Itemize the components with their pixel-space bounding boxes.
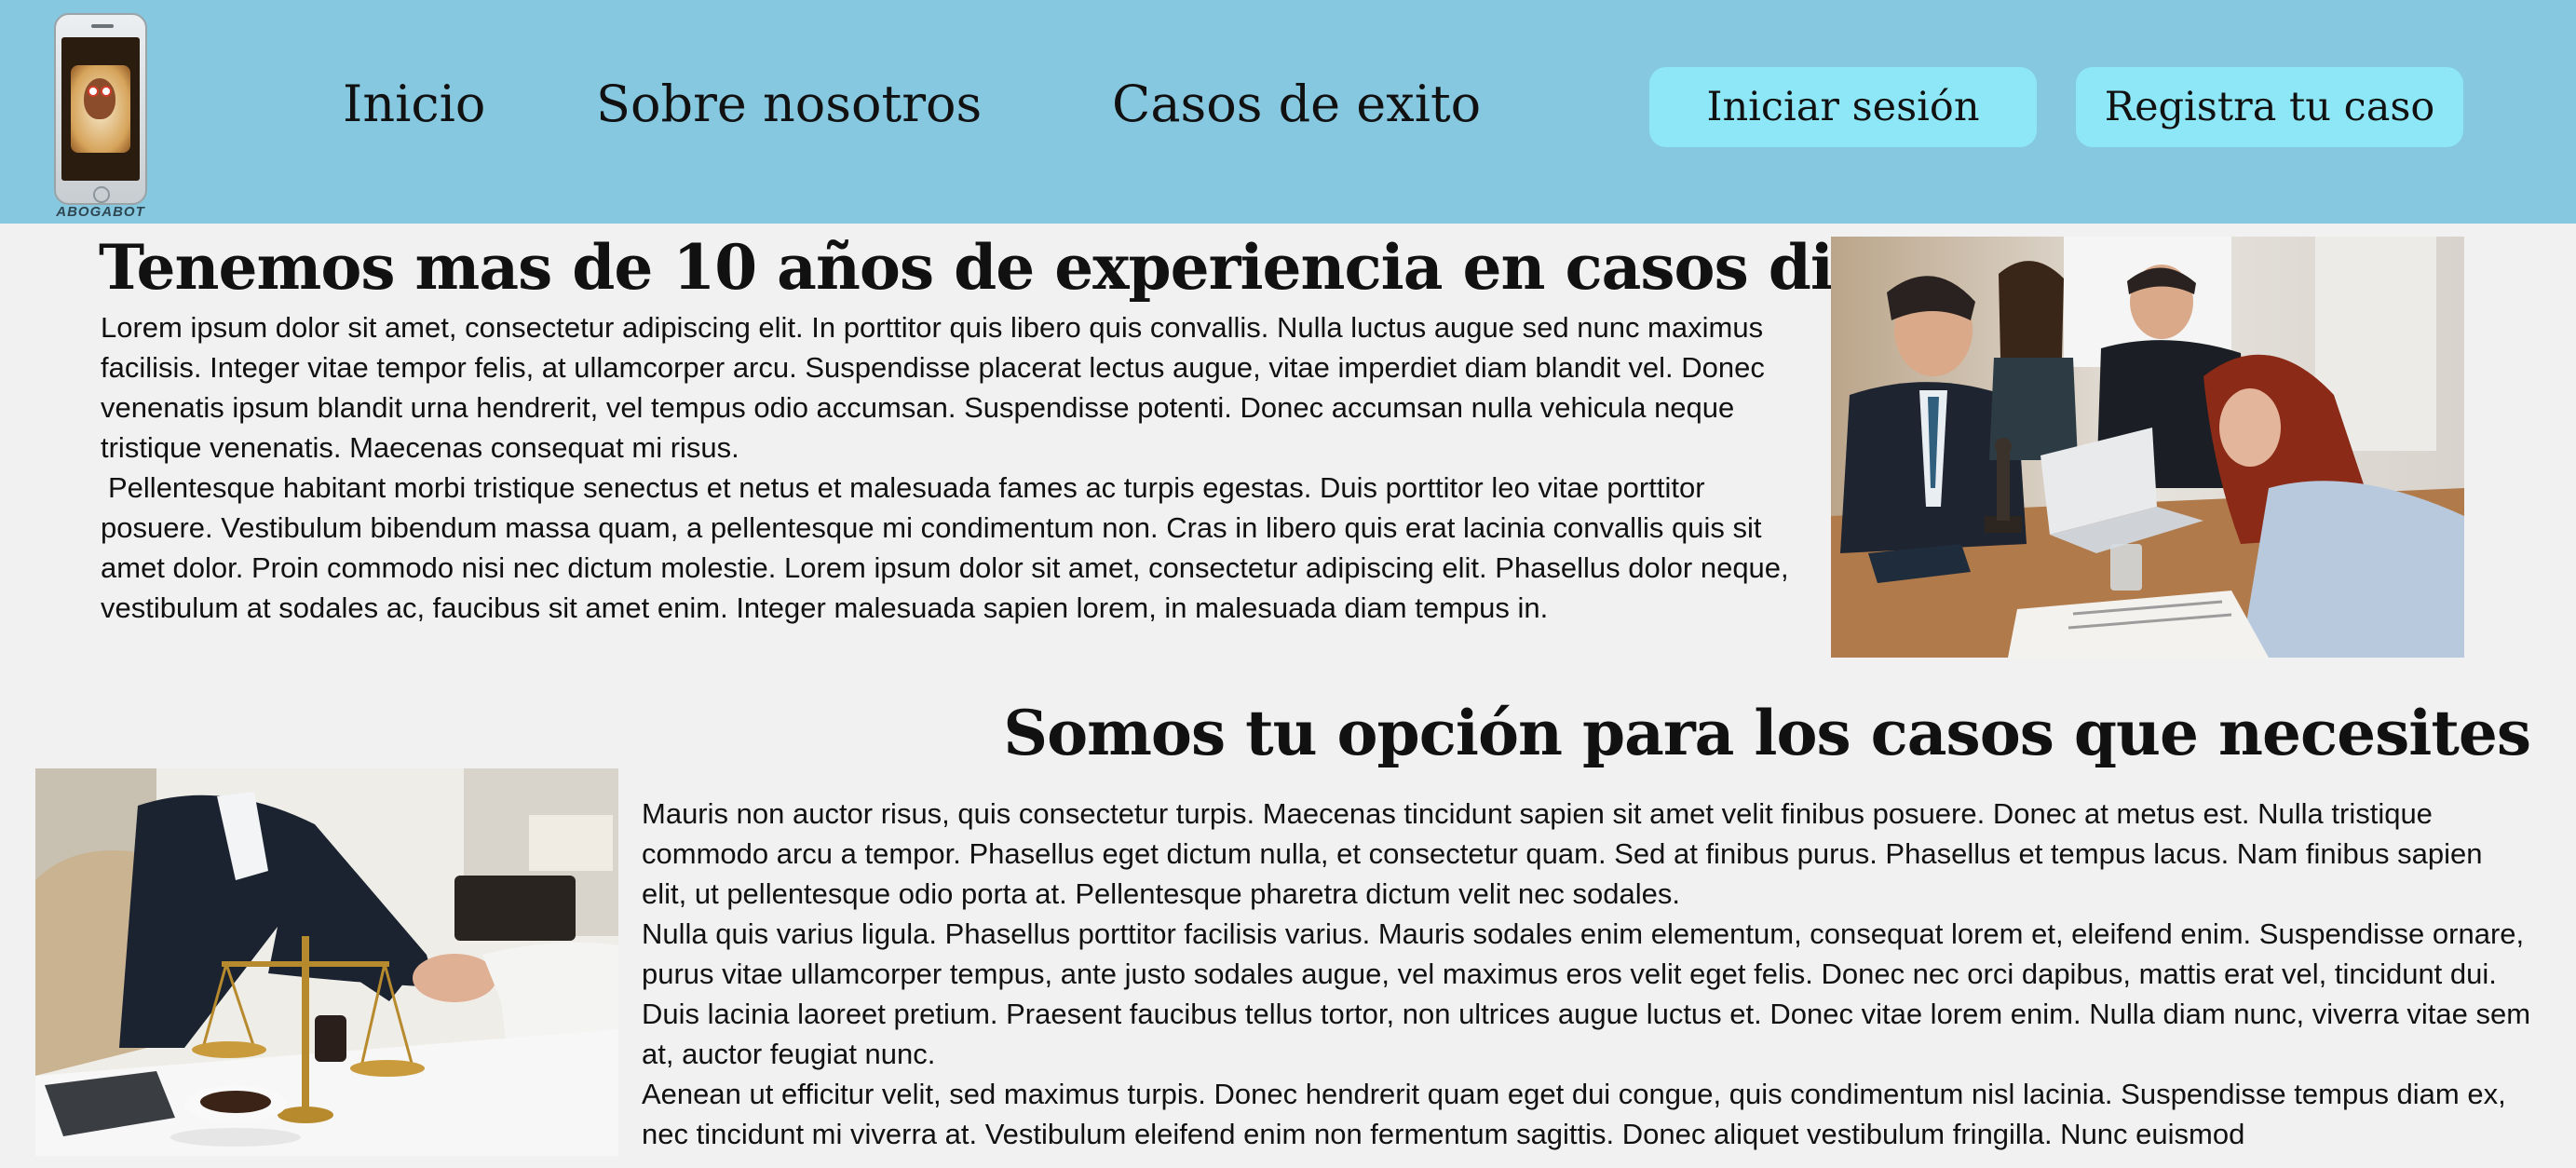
options-heading: Somos tu opción para los casos que neces…	[1003, 697, 2531, 769]
nav-link-casos-de-exito[interactable]: Casos de exito	[1112, 75, 1481, 133]
options-text: Mauris non auctor risus, quis consectetu…	[642, 794, 2532, 1154]
options-paragraph-3: Aenean ut efficitur velit, sed maximus t…	[642, 1078, 2506, 1150]
experience-heading: Tenemos mas de 10 años de experiencia en…	[99, 231, 2035, 304]
logo-caption: ABOGABOT	[56, 204, 145, 220]
login-button[interactable]: Iniciar sesión	[1649, 67, 2037, 147]
top-navbar: ABOGABOT Inicio Sobre nosotros Casos de …	[0, 0, 2576, 224]
register-case-button[interactable]: Registra tu caso	[2076, 67, 2463, 147]
nav-link-sobre-nosotros[interactable]: Sobre nosotros	[596, 75, 982, 133]
nav-link-inicio[interactable]: Inicio	[343, 75, 485, 133]
experience-paragraph-1: Lorem ipsum dolor sit amet, consectetur …	[101, 311, 1765, 464]
abogabot-logo[interactable]: ABOGABOT	[50, 13, 151, 220]
experience-paragraph-2: Pellentesque habitant morbi tristique se…	[101, 471, 1789, 624]
options-paragraph-2: Nulla quis varius ligula. Phasellus port…	[642, 917, 2531, 1070]
handshake-justice-photo	[35, 768, 618, 1156]
options-paragraph-1: Mauris non auctor risus, quis consectetu…	[642, 797, 2483, 910]
experience-text: Lorem ipsum dolor sit amet, consectetur …	[101, 307, 1805, 628]
phone-logo-icon	[54, 13, 147, 205]
lawyers-meeting-photo	[1831, 237, 2464, 658]
